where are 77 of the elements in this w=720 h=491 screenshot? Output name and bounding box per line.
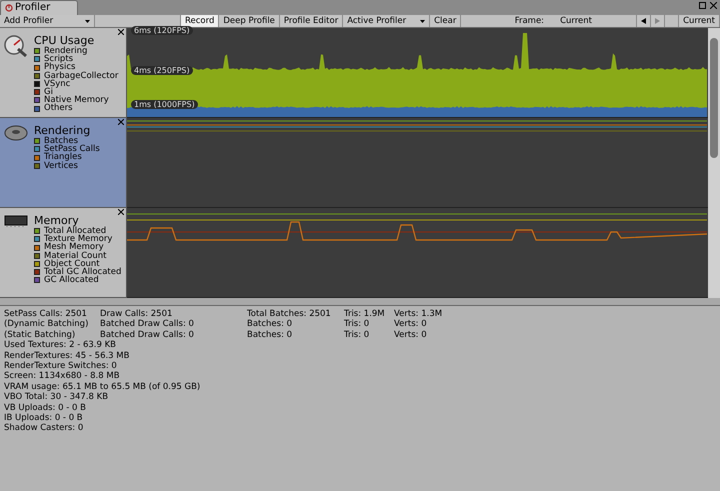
add-profiler-dropdown[interactable]: Add Profiler bbox=[0, 15, 95, 27]
stat-text: VRAM usage: 65.1 MB to 65.5 MB (of 0.95 GB) bbox=[4, 382, 202, 392]
stat-text: Verts: 0 bbox=[394, 319, 428, 330]
chart-threshold-label: 6ms (120FPS) bbox=[131, 26, 193, 35]
legend-label: Total GC Allocated bbox=[44, 268, 122, 276]
profiler-tab[interactable]: Profiler bbox=[0, 0, 78, 15]
stat-text: Tris: 1.9M bbox=[344, 309, 386, 320]
profiler-module-panel[interactable]: Memory Total Allocated Texture Memory Mesh Memory Material Count Object Count Total GC Allocated GC Allocated bbox=[0, 208, 126, 298]
close-icon[interactable] bbox=[118, 28, 124, 38]
previous-frame-button[interactable] bbox=[636, 15, 652, 27]
toolbar-button[interactable]: Deep Profile bbox=[219, 15, 280, 27]
stat-text: Total Batches: 2501 bbox=[247, 309, 332, 320]
caret-icon bbox=[85, 20, 90, 22]
legend-label: Total Allocated bbox=[44, 227, 106, 236]
scrollbar[interactable] bbox=[708, 28, 720, 298]
stat-text: VB Uploads: 0 - 0 B bbox=[4, 402, 87, 414]
stat-text: (Static Batching) bbox=[4, 330, 76, 340]
legend-label: Object Count bbox=[44, 260, 100, 268]
stat-text: Draw Calls: 2501 bbox=[100, 309, 174, 320]
toolbar-button[interactable]: Record bbox=[181, 15, 220, 27]
legend-label: Texture Memory bbox=[44, 235, 112, 244]
profiler-module-panel[interactable]: Rendering Batches SetPass Calls Triangles Vertices bbox=[0, 118, 126, 208]
toolbar-button[interactable]: Profile Editor bbox=[280, 15, 344, 27]
memory-chip-icon bbox=[4, 215, 28, 227]
stat-text: Batched Draw Calls: 0 bbox=[100, 330, 195, 340]
legend-label: Native Memory bbox=[44, 96, 109, 104]
current-frame-button[interactable]: Current bbox=[679, 15, 720, 27]
stat-text: Batches: 0 bbox=[247, 319, 294, 330]
stat-text: Verts: 0 bbox=[394, 330, 428, 340]
stat-text: Tris: 0 bbox=[344, 319, 370, 330]
left-arrow-icon bbox=[641, 18, 646, 24]
module-title: Memory bbox=[34, 215, 79, 227]
close-icon[interactable] bbox=[118, 208, 124, 218]
stat-text: RenderTexture Switches: 0 bbox=[4, 361, 118, 372]
close-icon[interactable] bbox=[710, 2, 717, 9]
profiler-icon bbox=[5, 4, 13, 12]
legend-label: Scripts bbox=[44, 55, 74, 64]
legend-label: Triangles bbox=[44, 153, 82, 162]
stat-text: Screen: 1134x680 - 8.8 MB bbox=[4, 371, 121, 382]
legend-label: Physics bbox=[44, 63, 76, 72]
chart-threshold-label: 1ms (1000FPS) bbox=[131, 100, 198, 109]
module-title: Rendering bbox=[34, 125, 92, 137]
legend-label: GarbageCollector bbox=[44, 72, 118, 80]
maximize-icon[interactable] bbox=[699, 2, 706, 9]
close-icon[interactable] bbox=[118, 118, 124, 128]
profiler-module-panel[interactable]: CPU Usage Rendering Scripts Physics GarbageCollector VSync Gi Native Memory Others bbox=[0, 28, 126, 118]
frame-value: Current bbox=[560, 15, 593, 27]
stat-text: RenderTextures: 45 - 56.3 MB bbox=[4, 350, 130, 362]
stat-text: IB Uploads: 0 - 0 B bbox=[4, 413, 84, 424]
frame-label: Frame: bbox=[514, 15, 544, 27]
legend-label: Others bbox=[44, 104, 73, 113]
module-title: CPU Usage bbox=[34, 35, 96, 47]
torus-icon bbox=[4, 125, 28, 141]
legend-label: Vertices bbox=[44, 162, 78, 170]
legend-label: GC Allocated bbox=[44, 276, 99, 284]
stat-text: Shadow Casters: 0 bbox=[4, 423, 84, 434]
stat-text: SetPass Calls: 2501 bbox=[4, 309, 88, 320]
legend-label: Mesh Memory bbox=[44, 243, 104, 252]
scrollbar-thumb[interactable] bbox=[710, 38, 718, 158]
legend-label: Gi bbox=[44, 88, 53, 96]
stat-text: Used Textures: 2 - 63.9 KB bbox=[4, 340, 117, 351]
stat-text: Tris: 0 bbox=[344, 330, 370, 340]
stat-text: Batched Draw Calls: 0 bbox=[100, 319, 195, 330]
stat-text: Verts: 1.3M bbox=[394, 309, 444, 320]
toolbar-button[interactable]: Active Profiler bbox=[343, 15, 430, 27]
right-arrow-icon bbox=[655, 18, 660, 24]
toolbar-button[interactable]: Clear bbox=[430, 15, 462, 27]
legend-label: Material Count bbox=[44, 252, 106, 260]
legend-label: Rendering bbox=[44, 47, 88, 56]
stat-text: Batches: 0 bbox=[247, 330, 294, 340]
legend-label: VSync bbox=[44, 80, 70, 88]
stat-text: VBO Total: 30 - 347.8 KB bbox=[4, 392, 110, 403]
stat-text: (Dynamic Batching) bbox=[4, 319, 90, 330]
gauge-icon bbox=[4, 35, 28, 57]
legend-label: SetPass Calls bbox=[44, 145, 100, 154]
legend-label: Batches bbox=[44, 137, 78, 146]
chart-threshold-label: 4ms (250FPS) bbox=[131, 66, 193, 75]
